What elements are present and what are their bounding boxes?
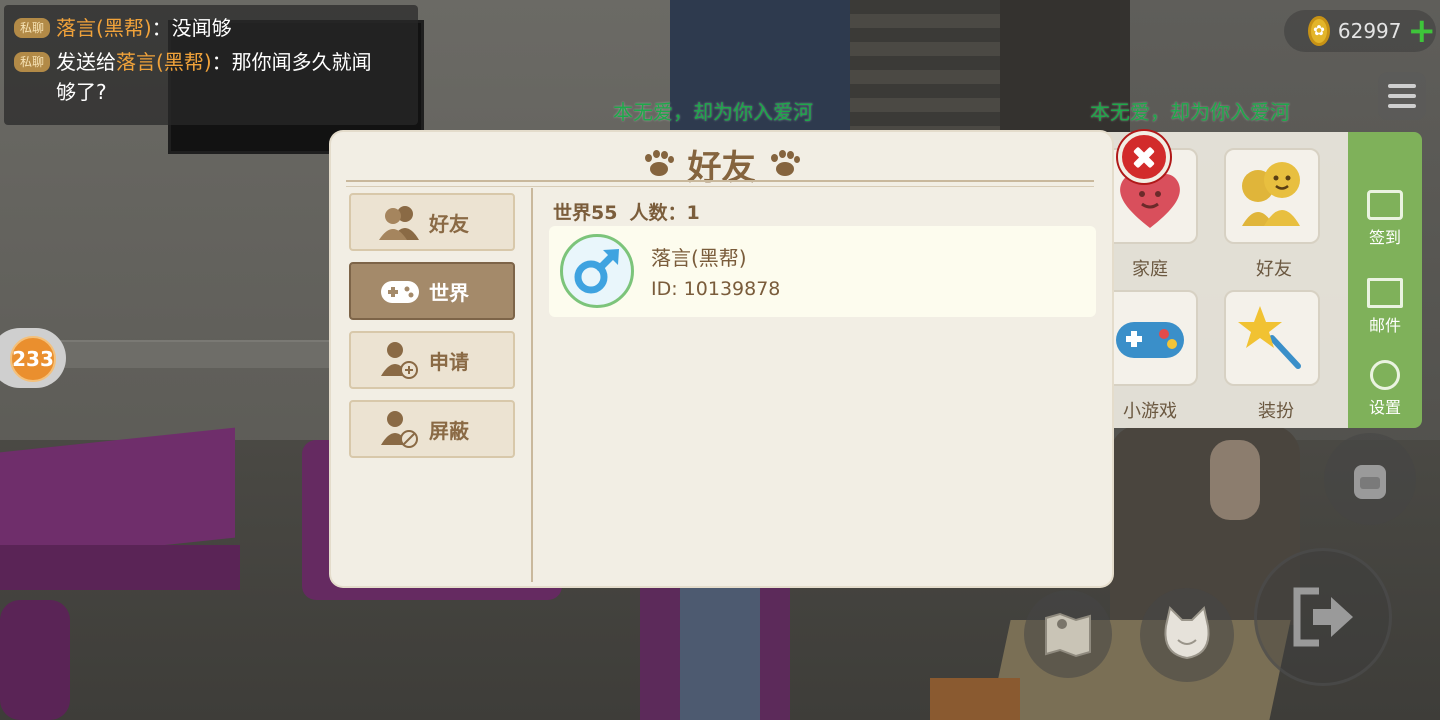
sofa: [0, 545, 240, 590]
map-icon: [1045, 612, 1091, 658]
player-count: 人数：1: [629, 202, 700, 224]
chat-message: 私聊 发送给落言(黑帮)：那你闻多久就闻够了?: [14, 47, 408, 107]
player-list-item[interactable]: 落言(黑帮) ID: 10139878: [549, 226, 1096, 317]
player-name: 落言(黑帮): [651, 246, 747, 270]
chat-box[interactable]: 私聊 落言(黑帮)：没闻够 私聊 发送给落言(黑帮)：那你闻多久就闻够了?: [4, 5, 418, 125]
coin-icon: ✿: [1308, 16, 1330, 46]
chat-sender-name[interactable]: 落言(黑帮): [56, 16, 152, 40]
notification-counter[interactable]: 233: [10, 336, 56, 382]
checkin-button[interactable]: 签到: [1348, 190, 1422, 248]
player-id: ID: 10139878: [651, 278, 781, 300]
tab-label: 屏蔽: [429, 418, 469, 443]
character-legs: [680, 580, 760, 720]
tab-label: 好友: [429, 211, 469, 236]
tab-label: 申请: [429, 349, 469, 374]
minigame-label: 小游戏: [1123, 401, 1177, 422]
paw-icon: [644, 150, 674, 178]
add-friend-icon: [381, 342, 418, 379]
paw-icon: [770, 150, 800, 178]
coin-balance: ✿ 62997 +: [1284, 10, 1436, 52]
minigame-tile[interactable]: [1102, 290, 1198, 386]
title-divider: [346, 180, 1094, 187]
wood-block: [930, 678, 1020, 720]
dressup-tile[interactable]: [1224, 290, 1320, 386]
chat-prefix: 发送给: [56, 50, 117, 74]
private-chat-tag: 私聊: [14, 52, 51, 72]
friends-dialog: 好友 好友 世界 申请 屏蔽 世界55 人数：1 落言(黑帮) ID: 1013…: [331, 132, 1112, 586]
player-nameplate: 本无爱，却为你入爱河: [613, 100, 813, 124]
male-icon: [574, 249, 619, 294]
family-label: 家庭: [1132, 259, 1168, 280]
chat-message-text: ：没闻够: [151, 16, 232, 40]
player-nameplate: 本无爱，却为你入爱河: [1090, 100, 1290, 124]
menu-line-icon: [1388, 94, 1416, 98]
friends-icon: [379, 206, 419, 240]
menu-line-icon: [1388, 84, 1416, 88]
panel-divider: [531, 188, 533, 582]
character-arm: [1210, 440, 1260, 520]
cat-face-icon: [1164, 606, 1210, 660]
coin-amount: 62997: [1337, 19, 1402, 43]
map-button[interactable]: [1024, 590, 1112, 678]
friends-tile[interactable]: [1224, 148, 1320, 244]
avatar: [560, 234, 634, 308]
world-server-label: 世界55: [553, 202, 618, 224]
close-button[interactable]: [1118, 131, 1170, 183]
exit-button[interactable]: [1254, 548, 1392, 686]
tab-friends[interactable]: 好友: [349, 193, 515, 251]
private-chat-tag: 私聊: [14, 18, 51, 38]
chat-recipient-name[interactable]: 落言(黑帮): [116, 50, 212, 74]
gamepad-icon: [381, 281, 419, 303]
dressup-label: 装扮: [1258, 401, 1294, 422]
add-coins-button[interactable]: +: [1408, 14, 1437, 48]
checkin-label: 签到: [1368, 228, 1401, 247]
mail-icon: [1367, 278, 1403, 308]
checkin-icon: [1367, 190, 1403, 220]
tab-blocked[interactable]: 屏蔽: [349, 400, 515, 458]
tab-world[interactable]: 世界: [349, 262, 515, 320]
magic-wand-icon: [1238, 306, 1301, 369]
mail-button[interactable]: 邮件: [1348, 278, 1422, 336]
gear-icon: [1370, 360, 1400, 390]
chat-message: 私聊 落言(黑帮)：没闻够: [14, 13, 408, 43]
mail-label: 邮件: [1368, 316, 1401, 335]
menu-list-button[interactable]: [1378, 72, 1426, 120]
settings-label: 设置: [1368, 398, 1401, 417]
tab-requests[interactable]: 申请: [349, 331, 515, 389]
tab-label: 世界: [429, 280, 469, 305]
menu-line-icon: [1388, 104, 1416, 108]
sofa: [0, 600, 70, 720]
settings-button[interactable]: 设置: [1348, 360, 1422, 418]
exit-icon: [1293, 587, 1353, 647]
block-user-icon: [381, 411, 418, 448]
backpack-button[interactable]: [1324, 433, 1416, 525]
friends-label: 好友: [1256, 259, 1292, 280]
gamepad-icon: [1116, 322, 1184, 358]
pet-button[interactable]: [1140, 588, 1234, 682]
list-header: 世界55 人数：1: [553, 198, 712, 225]
backpack-icon: [1354, 465, 1386, 499]
friends-smiley-icon: [1242, 162, 1300, 226]
